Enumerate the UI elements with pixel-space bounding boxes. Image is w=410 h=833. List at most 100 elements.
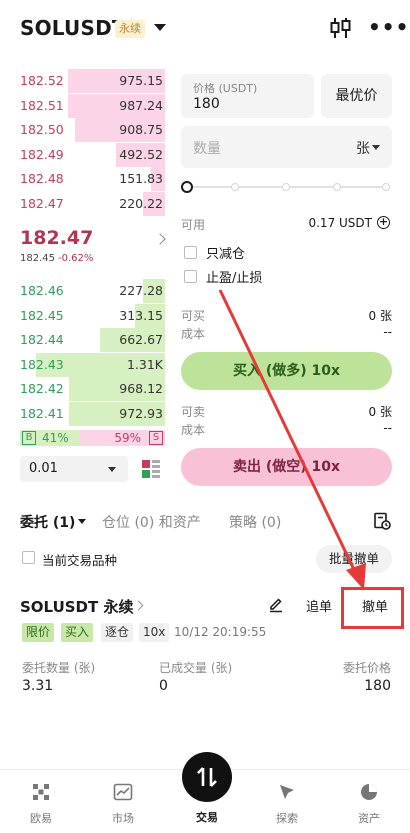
order-price-value: 180 [364,678,391,694]
chevron-right-icon[interactable] [133,600,144,611]
tab-strategies[interactable]: 策略 (0) [229,512,281,532]
ask-row[interactable]: 182.48 151.83 [20,167,165,191]
reduce-only-label[interactable]: 只减仓 [206,243,245,262]
buy-sell-ratio-bar: B 41% 59% S [20,430,165,446]
ask-price[interactable]: 182.51 [20,94,64,118]
price-input-label: 价格 (USDT) [193,82,258,95]
buy-tag: B [22,431,36,445]
buy-percent: 41% [42,431,69,445]
filled-qty-value: 0 [159,678,168,694]
current-symbol-label[interactable]: 当前交易品种 [42,550,117,569]
quantity-slider[interactable] [181,180,392,194]
nav-item-trade[interactable] [182,752,232,802]
nav-label: 欧易 [30,812,52,825]
slider-handle[interactable] [181,181,193,193]
tp-sl-checkbox[interactable] [184,270,197,283]
ask-price[interactable]: 182.49 [20,143,64,167]
leverage-tag: 10x [139,623,170,642]
tp-sl-label[interactable]: 止盈/止损 [206,267,262,286]
bid-price[interactable]: 182.44 [20,328,64,352]
price-change: -0.62% [58,253,94,264]
order-side-tag: 买入 [61,623,94,642]
quantity-unit-select[interactable]: 张 [356,138,370,158]
cancel-highlight-box [341,587,404,629]
ask-qty: 220.22 [119,195,163,211]
bid-row[interactable]: 182.43 1.31K [20,352,165,377]
sell-cost-value: -- [383,421,392,435]
ask-qty: 492.52 [119,146,163,162]
quantity-placeholder: 数量 [193,141,221,157]
chevron-down-icon [372,145,380,150]
bid-qty: 1.31K [126,356,163,372]
ask-row[interactable]: 182.49 492.52 [20,142,165,167]
bid-price[interactable]: 182.42 [20,377,64,401]
nav-item-okx[interactable]: 欧易 [0,770,82,833]
order-symbol[interactable]: SOLUSDT 永续 [20,596,133,617]
price-input[interactable]: 价格 (USDT) 180 [181,74,314,118]
last-price: 182.47 [20,227,94,249]
ask-row[interactable]: 182.51 987.24 [20,93,165,118]
ask-qty: 987.24 [119,97,163,113]
current-symbol-checkbox[interactable] [22,551,35,564]
slider-step[interactable] [231,183,239,191]
ask-qty: 975.15 [119,73,163,88]
sell-short-button[interactable]: 卖出 (做空) 10x [181,448,392,486]
sell-tag: S [149,431,163,445]
bid-qty: 968.12 [119,381,163,396]
reduce-only-checkbox[interactable] [184,246,197,259]
ask-price[interactable]: 182.50 [20,118,64,142]
bid-row[interactable]: 182.42 968.12 [20,377,165,401]
bid-qty: 972.93 [119,405,163,421]
nav-item-assets[interactable]: 资产 [328,770,410,833]
order-history-icon[interactable] [373,512,391,530]
available-label: 可用 [181,218,206,232]
order-qty-value: 3.31 [22,678,54,694]
symbol-title[interactable]: SOLUSDT [20,16,126,40]
tab-positions[interactable]: 仓位 (0) 和资产 [102,512,201,532]
bid-price[interactable]: 182.43 [20,353,64,377]
bid-qty: 227.28 [119,283,163,298]
best-price-button[interactable]: 最优价 [321,74,392,118]
bid-price[interactable]: 182.41 [20,402,64,426]
can-buy-label: 可买 [181,309,206,323]
bid-row[interactable]: 182.44 662.67 [20,328,165,352]
can-sell-label: 可卖 [181,405,206,419]
slider-step[interactable] [382,183,390,191]
sell-cost-label: 成本 [181,423,206,437]
add-funds-icon[interactable]: + [377,216,390,229]
bid-row[interactable]: 182.46 227.28 [20,279,165,303]
chase-order-button[interactable]: 追单 [306,596,332,615]
bid-price[interactable]: 182.46 [20,279,64,303]
ask-price[interactable]: 182.52 [20,69,64,93]
buy-cost-value: -- [383,325,392,339]
depth-view-icon[interactable] [141,459,161,479]
nav-item-explore[interactable]: 探索 [246,770,328,833]
quantity-input[interactable]: 数量 张 [181,126,392,168]
slider-step[interactable] [282,183,290,191]
ask-row[interactable]: 182.47 220.22 [20,191,165,216]
edit-icon[interactable] [268,597,284,613]
ask-row[interactable]: 182.52 975.15 [20,69,165,93]
batch-cancel-button[interactable]: 批量撤单 [316,545,392,573]
caret-down-icon[interactable] [154,24,166,31]
mark-price: 182.45 [20,253,55,264]
order-time: 10/12 20:19:55 [174,625,267,639]
candlestick-icon[interactable] [330,16,352,40]
price-input-value[interactable]: 180 [193,96,220,112]
bid-row[interactable]: 182.45 313.15 [20,303,165,328]
buy-long-button[interactable]: 买入 (做多) 10x [181,352,392,390]
chevron-right-icon[interactable] [154,233,166,245]
perpetual-badge: 永续 [115,20,145,38]
bid-price[interactable]: 182.45 [20,304,64,328]
chevron-down-icon[interactable] [78,519,86,524]
precision-select[interactable]: 0.01 [20,456,128,482]
tab-orders[interactable]: 委托 (1) [20,512,75,532]
more-icon[interactable]: ••• [368,17,408,38]
nav-item-market[interactable]: 市场 [82,770,164,833]
order-qty-label: 委托数量 (张) [22,661,96,675]
ask-row[interactable]: 182.50 908.75 [20,118,165,142]
slider-step[interactable] [333,183,341,191]
ask-price[interactable]: 182.47 [20,192,64,216]
ask-price[interactable]: 182.48 [20,167,64,191]
bid-row[interactable]: 182.41 972.93 [20,401,165,426]
